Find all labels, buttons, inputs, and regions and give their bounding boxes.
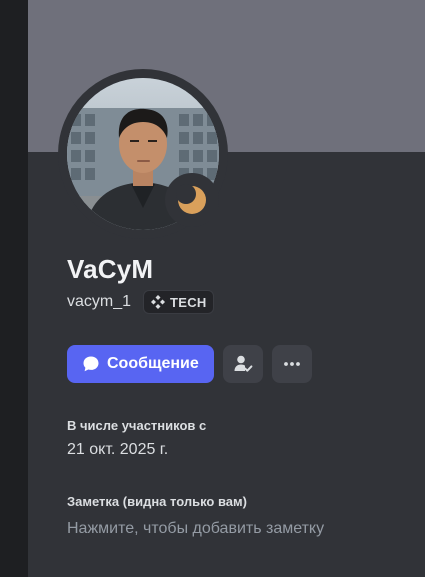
note-label: Заметка (видна только вам) [67,494,247,509]
more-options-button[interactable] [271,345,312,383]
username-row: vacym_1 TECH [67,290,214,314]
profile-actions: Сообщение [67,345,312,383]
username[interactable]: vacym_1 [67,293,131,311]
friend-status-button[interactable] [222,345,263,383]
server-tag-label: TECH [170,294,207,310]
ellipsis-icon [283,362,300,366]
send-message-button[interactable]: Сообщение [67,345,214,383]
user-profile-popout: VaCyM vacym_1 TECH Сообщение В числе уча… [0,0,425,577]
speech-bubble-icon [83,356,99,372]
note-input[interactable] [63,515,401,543]
server-tag-badge[interactable]: TECH [143,290,214,314]
member-since-label: В числе участников с [67,418,207,433]
member-since-date: 21 окт. 2025 г. [67,441,169,458]
profile-panel: VaCyM vacym_1 TECH Сообщение В числе уча… [28,0,425,577]
display-name: VaCyM [67,254,154,284]
server-sidebar-edge [0,0,28,577]
diamond-grid-icon [151,295,166,309]
moon-icon [176,184,208,216]
user-check-icon [234,355,253,372]
send-message-label: Сообщение [107,355,199,372]
